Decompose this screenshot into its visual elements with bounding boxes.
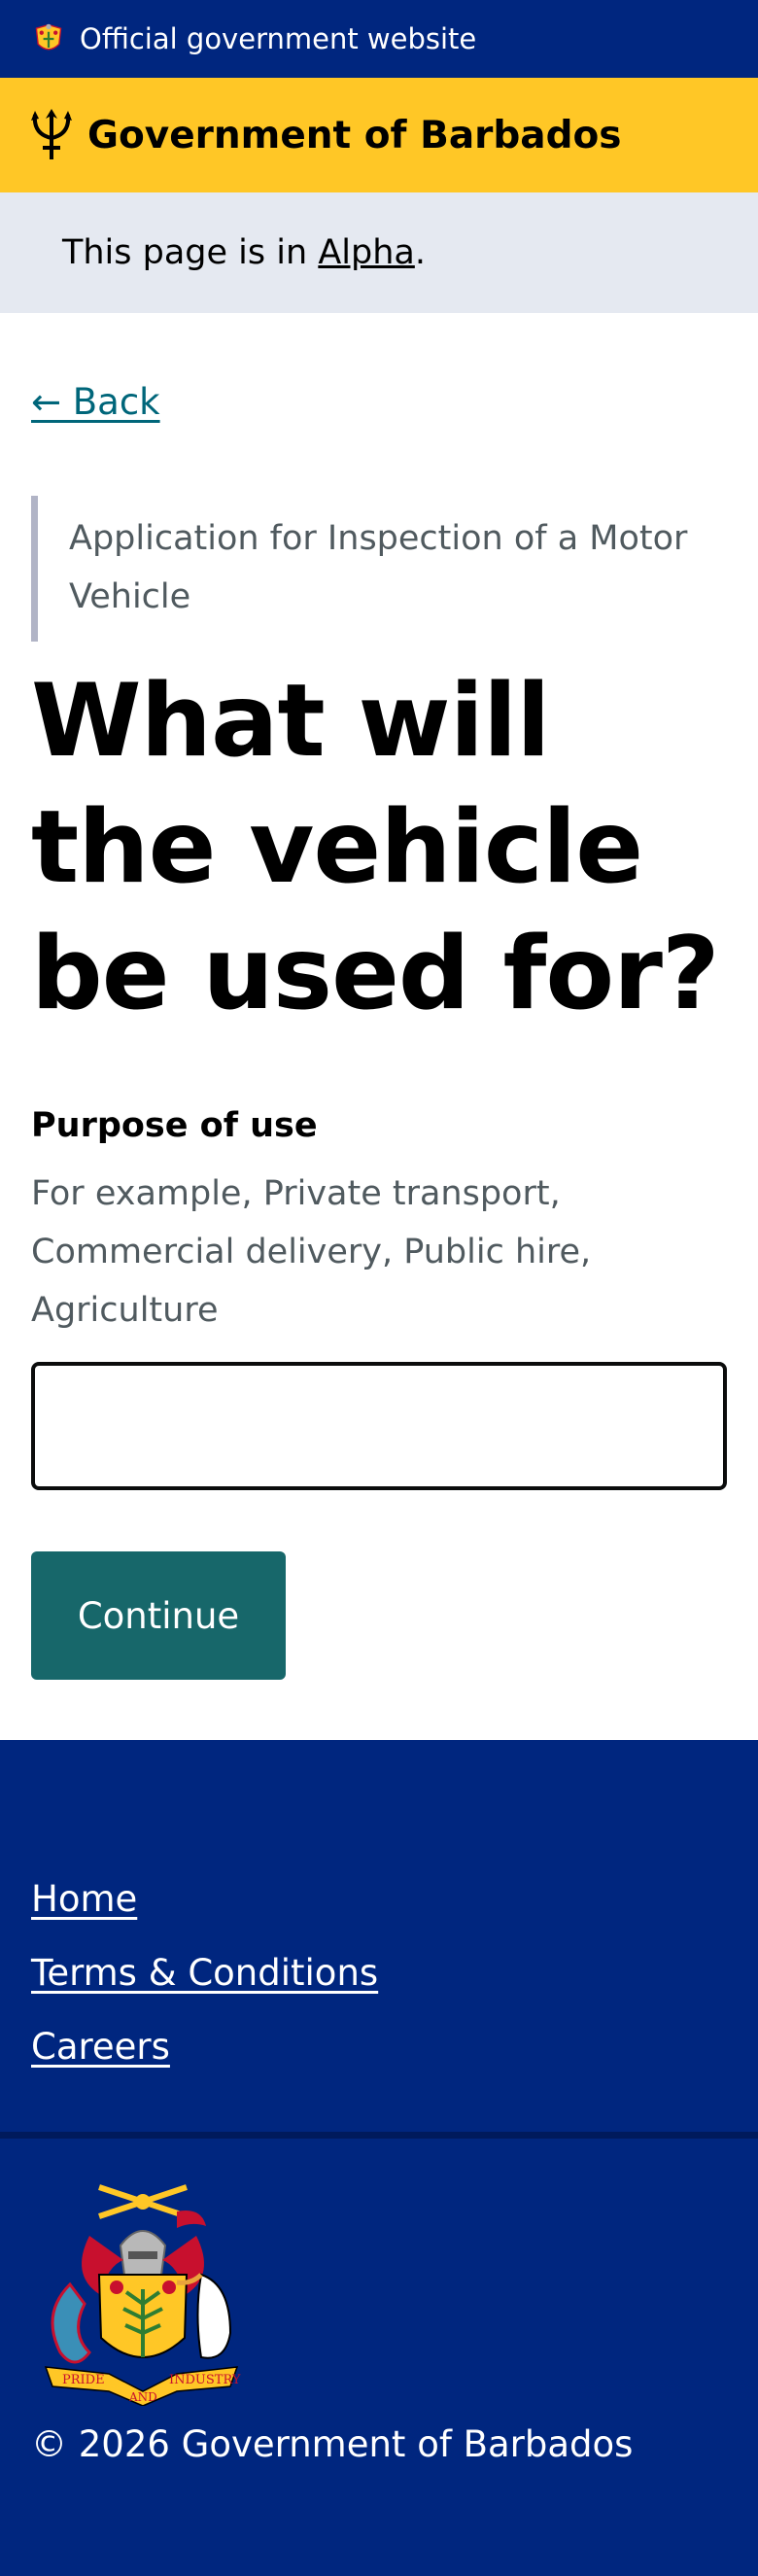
motto-right-text: INDUSTRY [169,2373,241,2387]
continue-button[interactable]: Continue [31,1551,286,1680]
purpose-label: Purpose of use [31,1106,318,1145]
phase-link[interactable]: Alpha [318,233,415,272]
footer-links: Home Terms & Conditions Careers [0,1740,758,2139]
site-header: Official government website Government o… [0,0,758,313]
back-link[interactable]: ← Back [31,381,160,423]
motto-middle-text: AND [128,2390,157,2404]
phase-prefix: This page is in [62,233,308,272]
coat-of-arms-icon: PRIDE AND INDUSTRY [44,2184,241,2406]
form-caption: Application for Inspection of a Motor Ve… [31,496,721,642]
site-title[interactable]: Government of Barbados [87,114,622,157]
brand-bar: Government of Barbados [0,78,758,192]
phase-banner: This page is in Alpha. [0,192,758,313]
trident-icon [31,109,72,159]
phase-suffix: . [414,233,426,272]
purpose-hint: For example, Private transport, Commerci… [31,1174,592,1330]
site-footer: Home Terms & Conditions Careers PRIDE AN… [0,1740,758,2576]
footer-link-careers[interactable]: Careers [31,2026,170,2068]
copyright-text: © 2026 Government of Barbados [31,2423,634,2465]
footer-link-home[interactable]: Home [31,1878,137,1920]
motto-left-text: PRIDE [62,2373,105,2387]
page-title: What will the vehicle be used for? [31,663,720,1032]
official-website-text: Official government website [80,22,477,55]
footer-link-terms[interactable]: Terms & Conditions [31,1952,378,1994]
barbados-crest-icon [35,23,62,51]
official-banner: Official government website [0,0,758,78]
footer-bottom: PRIDE AND INDUSTRY © 2026 Government of … [0,2139,758,2576]
purpose-input[interactable] [31,1362,727,1490]
main-content: ← Back Application for Inspection of a M… [0,313,758,1740]
